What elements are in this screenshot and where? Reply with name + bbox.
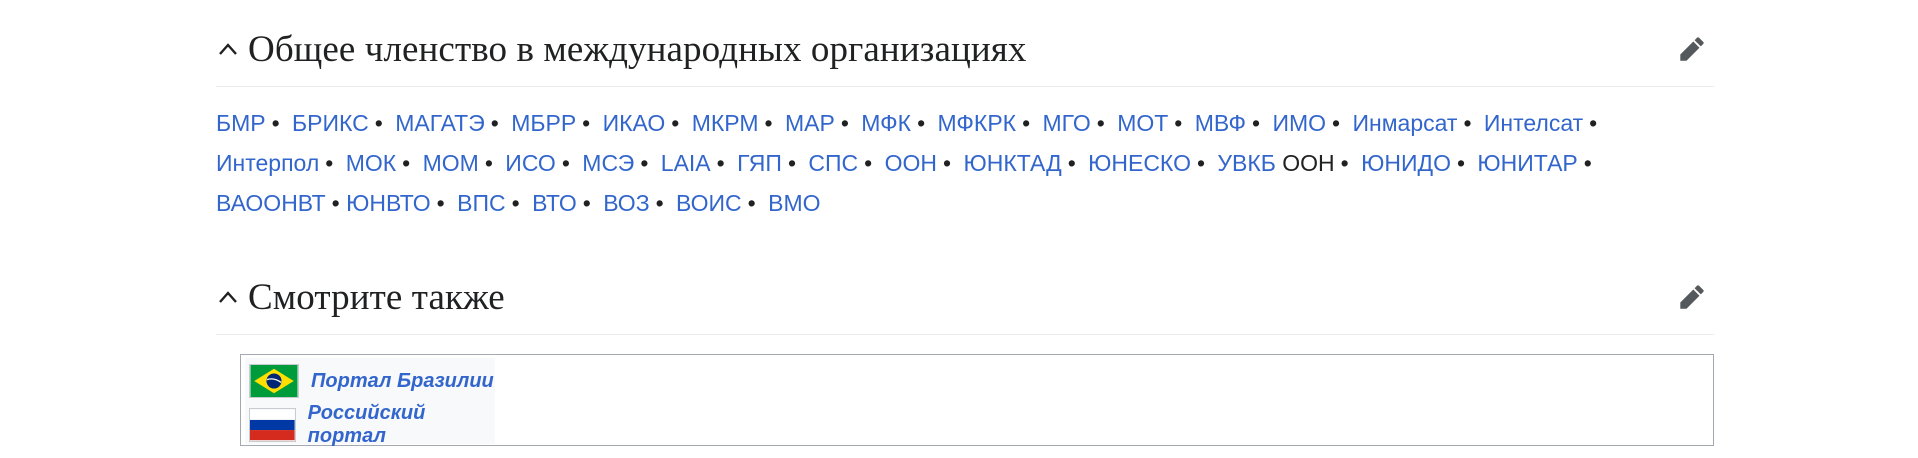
separator: • [840, 110, 849, 136]
org-link[interactable]: МБРР [511, 110, 576, 136]
portal-link-brazil[interactable]: Портал Бразилии [311, 370, 494, 393]
separator: • [671, 110, 680, 136]
org-list: БМР • БРИКС • МАГАТЭ • МБРР • ИКАО • МКРМ • МА… [216, 103, 1696, 223]
org-link[interactable]: МФКРК [938, 110, 1017, 136]
separator: • [1583, 150, 1592, 176]
separator: • [490, 110, 499, 136]
org-link[interactable]: МГО [1043, 110, 1091, 136]
chevron-up-icon[interactable] [216, 37, 240, 61]
org-link[interactable]: МФК [861, 110, 911, 136]
org-link[interactable]: ЮНЕСКО [1088, 150, 1191, 176]
separator: • [1332, 110, 1341, 136]
separator: • [1174, 110, 1183, 136]
separator: • [864, 150, 873, 176]
separator: • [582, 110, 591, 136]
org-link[interactable]: МАР [785, 110, 835, 136]
org-link[interactable]: МОМ [423, 150, 479, 176]
org-link[interactable]: LAIA [661, 150, 711, 176]
separator: • [1589, 110, 1598, 136]
russia-flag-icon [249, 408, 296, 442]
separator: • [582, 190, 591, 216]
separator: • [1463, 110, 1472, 136]
org-link[interactable]: МСЭ [582, 150, 634, 176]
org-link[interactable]: УВКБ [1217, 150, 1275, 176]
org-suffix: ООН [1275, 150, 1335, 176]
separator: • [331, 190, 340, 216]
separator: • [1340, 150, 1349, 176]
membership-section: Общее членство в международных организац… [216, 12, 1714, 223]
chevron-up-icon[interactable] [216, 285, 240, 309]
org-link[interactable]: ИМО [1272, 110, 1326, 136]
separator: • [374, 110, 383, 136]
see-also-heading-row[interactable]: Смотрите также [216, 260, 1714, 335]
org-link[interactable]: МОТ [1117, 110, 1168, 136]
portal-item-brazil[interactable]: Портал Бразилии [249, 362, 494, 400]
org-link[interactable]: ВТО [532, 190, 577, 216]
separator: • [747, 190, 756, 216]
org-link[interactable]: ВПС [457, 190, 505, 216]
org-link[interactable]: Интелсат [1484, 110, 1583, 136]
pencil-icon[interactable] [1676, 281, 1708, 313]
separator: • [325, 150, 334, 176]
separator: • [511, 190, 520, 216]
separator: • [1456, 150, 1466, 176]
org-link[interactable]: МОК [346, 150, 396, 176]
org-link[interactable]: ВОИС [676, 190, 742, 216]
separator: • [716, 150, 725, 176]
org-link[interactable]: ЮНКТАД [963, 150, 1061, 176]
see-also-heading: Смотрите также [248, 276, 505, 318]
portal-box: Портал Бразилии Российский портал [240, 354, 1714, 447]
separator: • [271, 110, 280, 136]
separator: • [917, 110, 926, 136]
org-link[interactable]: ИСО [505, 150, 556, 176]
separator: • [402, 150, 411, 176]
org-link[interactable]: МКРМ [692, 110, 759, 136]
see-also-section: Смотрите также Портал Бразилии Российски… [216, 260, 1714, 447]
membership-heading-row[interactable]: Общее членство в международных организац… [216, 12, 1714, 87]
org-link[interactable]: ВМО [768, 190, 820, 216]
org-link[interactable]: ВАООНВТ [216, 190, 326, 216]
separator: • [787, 150, 797, 176]
org-link[interactable]: ЮНИТАР [1477, 150, 1577, 176]
brazil-flag-icon [249, 364, 299, 398]
org-link[interactable]: ЮНИДО [1361, 150, 1451, 176]
separator: • [436, 190, 445, 216]
separator: • [484, 150, 493, 176]
org-link[interactable]: МВФ [1195, 110, 1246, 136]
org-link[interactable]: БМР [216, 110, 266, 136]
org-link[interactable]: МАГАТЭ [395, 110, 485, 136]
separator: • [1067, 150, 1076, 176]
separator: • [1251, 110, 1261, 136]
org-link[interactable]: ГЯП [737, 150, 782, 176]
org-link[interactable]: БРИКС [292, 110, 369, 136]
portal-link-russia[interactable]: Российский портал [308, 402, 495, 448]
org-link[interactable]: ЮНВТО [346, 190, 431, 216]
separator: • [655, 190, 664, 216]
org-link[interactable]: ООН [885, 150, 937, 176]
separator: • [561, 150, 570, 176]
org-link[interactable]: ВОЗ [603, 190, 649, 216]
membership-heading: Общее членство в международных организац… [248, 28, 1027, 70]
separator: • [1096, 110, 1105, 136]
pencil-icon[interactable] [1676, 33, 1708, 65]
org-link[interactable]: Инмарсат [1352, 110, 1457, 136]
separator: • [1196, 150, 1206, 176]
separator: • [640, 150, 649, 176]
org-link[interactable]: СПС [808, 150, 858, 176]
org-link[interactable]: ИКАО [603, 110, 666, 136]
separator: • [943, 150, 952, 176]
portal-list: Портал Бразилии Российский портал [245, 358, 495, 447]
org-link[interactable]: Интерпол [216, 150, 319, 176]
separator: • [1022, 110, 1031, 136]
separator: • [764, 110, 773, 136]
portal-item-russia[interactable]: Российский портал [249, 402, 495, 447]
